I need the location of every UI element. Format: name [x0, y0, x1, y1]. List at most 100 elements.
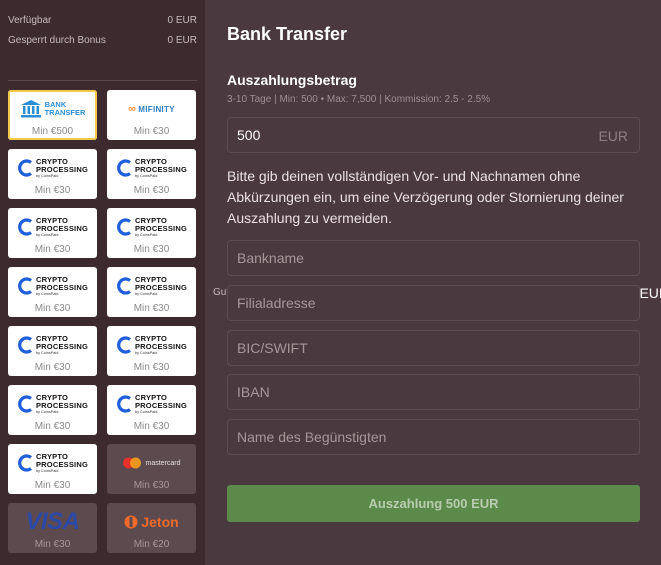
method-crypto-processing[interactable]: CRYPTO PROCESSING by CoinsPaid Min €30	[107, 385, 196, 435]
method-visa[interactable]: VISA Min €30	[8, 503, 97, 553]
logo-text: Jeton	[141, 514, 179, 530]
bic-swift-input[interactable]	[228, 331, 639, 365]
bank-name-input[interactable]	[228, 241, 639, 275]
balance-row-gesperrt: Gesperrt durch Bonus 0 EUR	[8, 31, 197, 52]
crypto-c-icon	[18, 395, 32, 413]
sidebar: Guthaben 0 EUR Verfügbar 0 EUR Gesperrt …	[0, 0, 661, 565]
balance-label: Verfügbar	[8, 14, 52, 26]
logo-text: PROCESSING	[35, 282, 88, 292]
crypto-processing-logo: CRYPTO PROCESSING by CoinsPaid	[107, 271, 196, 301]
crypto-processing-logo: CRYPTO PROCESSING by CoinsPaid	[8, 271, 97, 301]
method-min: Min €30	[34, 539, 71, 550]
logo-text: PROCESSING	[134, 341, 187, 351]
method-crypto-processing[interactable]: CRYPTO PROCESSING by CoinsPaid Min €30	[8, 267, 97, 317]
method-min: Min €30	[133, 185, 170, 196]
logo-text: by CoinsPaid	[134, 173, 158, 178]
method-jeton[interactable]: Jeton Min €20	[107, 503, 196, 553]
logo-text: MIFINITY	[138, 104, 175, 114]
method-min: Min €30	[34, 303, 71, 314]
method-crypto-processing[interactable]: CRYPTO PROCESSING by CoinsPaid Min €30	[8, 444, 97, 494]
balance-row-verfuegbar: Verfügbar 0 EUR	[8, 10, 197, 31]
iban-input[interactable]	[228, 375, 639, 409]
divider	[8, 80, 197, 81]
method-min: Min €30	[133, 244, 170, 255]
logo-text: mastercard	[145, 459, 181, 467]
mastercard-circles-icon	[123, 457, 142, 469]
method-min: Min €30	[133, 303, 170, 314]
method-crypto-processing[interactable]: CRYPTO PROCESSING by CoinsPaid Min €30	[107, 208, 196, 258]
beneficiary-name-field[interactable]	[227, 419, 640, 455]
crypto-processing-logo: CRYPTO PROCESSING by CoinsPaid	[8, 212, 97, 242]
amount-label: Auszahlungsbetrag	[227, 72, 357, 88]
method-min: Min €20	[133, 539, 170, 550]
logo-text: by CoinsPaid	[134, 350, 158, 355]
method-crypto-processing[interactable]: CRYPTO PROCESSING by CoinsPaid Min €30	[8, 149, 97, 199]
bank-name-field[interactable]	[227, 240, 640, 276]
method-crypto-processing[interactable]: CRYPTO PROCESSING by CoinsPaid Min €30	[107, 326, 196, 376]
jeton-logo: Jeton	[107, 507, 196, 537]
crypto-c-icon	[18, 454, 32, 472]
logo-text: by CoinsPaid	[35, 232, 59, 237]
logo-text: by CoinsPaid	[35, 350, 59, 355]
crypto-c-icon	[18, 218, 32, 236]
withdraw-button[interactable]: Auszahlung 500 EUR	[227, 485, 640, 522]
balance-value: 0 EUR	[167, 35, 197, 47]
crypto-processing-logo: CRYPTO PROCESSING by CoinsPaid	[8, 153, 97, 183]
withdrawal-form: Bank Transfer Auszahlungsbetrag 3-10 Tag…	[205, 0, 661, 565]
crypto-c-icon	[117, 159, 131, 177]
crypto-c-icon	[117, 336, 131, 354]
currency-label: EUR	[598, 128, 628, 144]
method-min: Min €30	[34, 480, 71, 491]
logo-text: VISA	[25, 508, 80, 535]
crypto-processing-logo: CRYPTO PROCESSING by CoinsPaid	[8, 389, 97, 419]
balance-value: 0 EUR	[167, 14, 197, 26]
logo-text: PROCESSING	[35, 341, 88, 351]
crypto-processing-logo: CRYPTO PROCESSING by CoinsPaid	[107, 389, 196, 419]
branch-address-field[interactable]	[227, 285, 640, 321]
iban-field[interactable]	[227, 374, 640, 410]
logo-text: PROCESSING	[35, 223, 88, 233]
logo-text: PROCESSING	[134, 164, 187, 174]
method-min: Min €30	[34, 421, 71, 432]
logo-text: TRANSFER	[44, 108, 86, 117]
balance-label: Gesperrt durch Bonus	[8, 35, 106, 47]
method-mifinity[interactable]: ∞ MIFINITY Min €30	[107, 90, 196, 140]
beneficiary-name-input[interactable]	[228, 420, 639, 454]
logo-text: PROCESSING	[35, 459, 88, 469]
method-min: Min €30	[133, 126, 170, 137]
method-mastercard[interactable]: mastercard Min €30	[107, 444, 196, 494]
logo-text: PROCESSING	[134, 223, 187, 233]
amount-field[interactable]: EUR	[227, 117, 640, 153]
crypto-processing-logo: CRYPTO PROCESSING by CoinsPaid	[107, 330, 196, 360]
method-min: Min €500	[31, 126, 74, 137]
logo-text: by CoinsPaid	[134, 232, 158, 237]
method-min: Min €30	[133, 421, 170, 432]
branch-address-input[interactable]	[228, 286, 639, 320]
method-crypto-processing[interactable]: CRYPTO PROCESSING by CoinsPaid Min €30	[8, 385, 97, 435]
method-min: Min €30	[133, 362, 170, 373]
method-crypto-processing[interactable]: CRYPTO PROCESSING by CoinsPaid Min €30	[8, 208, 97, 258]
bic-swift-field[interactable]	[227, 330, 640, 366]
crypto-processing-logo: CRYPTO PROCESSING by CoinsPaid	[107, 153, 196, 183]
bank-icon	[20, 100, 41, 118]
method-min: Min €30	[133, 480, 170, 491]
name-notice: Bitte gib deinen vollständigen Vor- und …	[227, 168, 624, 226]
crypto-processing-logo: CRYPTO PROCESSING by CoinsPaid	[8, 448, 97, 478]
amount-input[interactable]	[228, 118, 639, 152]
method-crypto-processing[interactable]: CRYPTO PROCESSING by CoinsPaid Min €30	[107, 149, 196, 199]
crypto-processing-logo: CRYPTO PROCESSING by CoinsPaid	[107, 212, 196, 242]
logo-text: PROCESSING	[35, 400, 88, 410]
method-bank-transfer[interactable]: BANK TRANSFER Min €500	[8, 90, 97, 140]
method-crypto-processing[interactable]: CRYPTO PROCESSING by CoinsPaid Min €30	[8, 326, 97, 376]
logo-text: by CoinsPaid	[35, 291, 59, 296]
jeton-mark-icon	[124, 515, 138, 529]
logo-text: PROCESSING	[134, 400, 187, 410]
crypto-c-icon	[117, 277, 131, 295]
method-crypto-processing[interactable]: CRYPTO PROCESSING by CoinsPaid Min €30	[107, 267, 196, 317]
crypto-processing-logo: CRYPTO PROCESSING by CoinsPaid	[8, 330, 97, 360]
logo-text: by CoinsPaid	[134, 291, 158, 296]
bank-transfer-logo: BANK TRANSFER	[8, 94, 97, 124]
logo-text: by CoinsPaid	[134, 409, 158, 414]
crypto-c-icon	[117, 218, 131, 236]
page-title: Bank Transfer	[227, 24, 348, 44]
